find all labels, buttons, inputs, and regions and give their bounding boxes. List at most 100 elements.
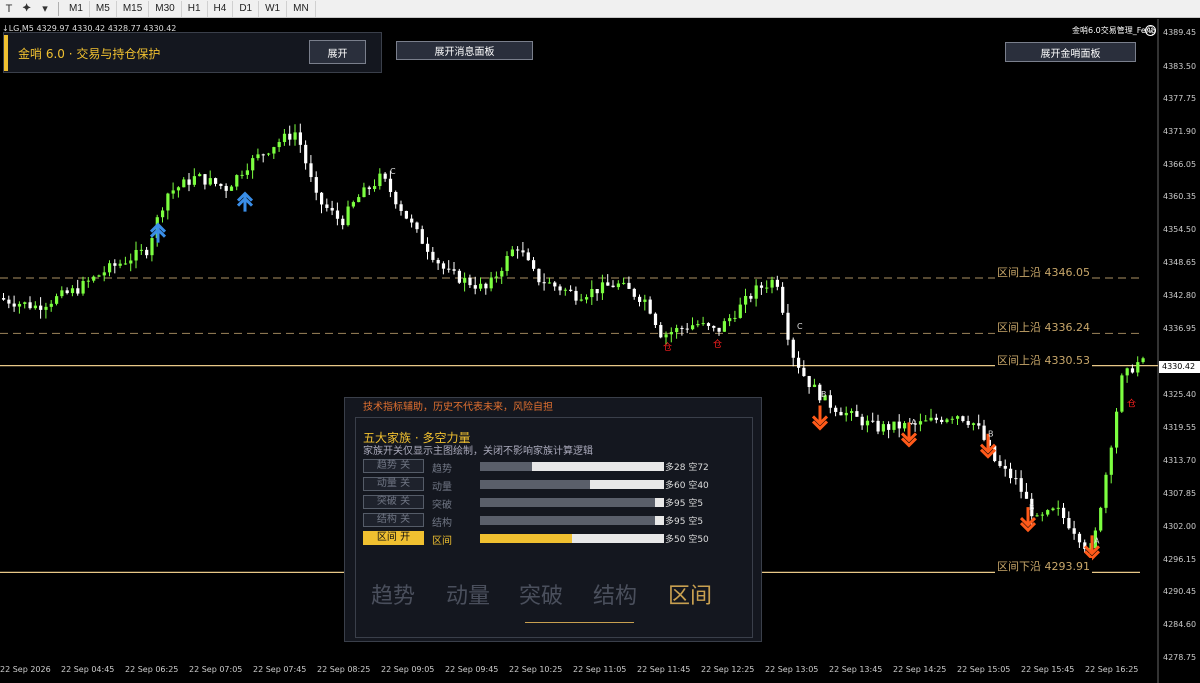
candle-body — [892, 421, 896, 430]
timeframe-m15[interactable]: M15 — [117, 0, 150, 17]
candle-body — [229, 186, 234, 191]
candle-body — [717, 327, 721, 332]
candle-body — [616, 283, 620, 288]
candle-body — [49, 303, 53, 307]
family-tab[interactable]: 突破 — [519, 578, 563, 610]
family-toggle-button[interactable]: 结构 关 — [363, 513, 424, 527]
family-tab[interactable]: 动量 — [446, 578, 490, 610]
candle-body — [648, 299, 652, 314]
buy-arrow-icon — [236, 191, 254, 212]
candle-body — [786, 312, 790, 340]
candle-body — [770, 279, 774, 288]
zone-label: 区间下沿 4293.91 — [995, 558, 1092, 575]
candle-body — [81, 280, 85, 294]
expand-button[interactable]: 展开 — [309, 40, 366, 64]
time-tick-label: 22 Sep 11:45 — [637, 665, 691, 674]
candle-body — [675, 327, 679, 333]
candle-body — [659, 325, 663, 338]
candle-body — [240, 174, 244, 176]
time-tick-label: 22 Sep 2026 — [0, 665, 51, 674]
bull-bear-bar — [480, 516, 664, 525]
candle-body — [129, 260, 133, 264]
time-tick-label: 22 Sep 15:45 — [1021, 665, 1075, 674]
timeframe-h1[interactable]: H1 — [182, 0, 208, 17]
candle-body — [161, 210, 165, 218]
candle-body — [1003, 465, 1007, 469]
family-name: 突破 — [432, 500, 452, 511]
candle-body — [881, 424, 885, 432]
candle-body — [542, 282, 546, 284]
timeframe-h4[interactable]: H4 — [208, 0, 234, 17]
candle-body — [65, 290, 69, 294]
family-tab[interactable]: 结构 — [593, 578, 637, 610]
candle-body — [1035, 515, 1039, 517]
candle-body — [108, 263, 112, 273]
timeframe-w1[interactable]: W1 — [259, 0, 288, 17]
candle-body — [722, 321, 726, 332]
candle-body — [887, 424, 891, 430]
candle-body — [235, 175, 239, 187]
warning-marker: 仓 — [1127, 398, 1136, 410]
panel-title: 金哨 6.0 · 交易与持仓保护 — [18, 47, 161, 61]
time-tick-label: 22 Sep 15:05 — [957, 665, 1011, 674]
candle-body — [293, 132, 297, 140]
candle-body — [966, 421, 970, 425]
price-tick-label: 4377.75 — [1163, 94, 1197, 104]
candle-body — [150, 238, 154, 256]
wave-label: C — [390, 167, 396, 176]
expand-message-panel-button[interactable]: 展开消息面板 — [396, 41, 533, 60]
candle-body — [166, 193, 170, 211]
candle-body — [457, 270, 461, 283]
expand-jinshao-panel-button[interactable]: 展开金哨面板 — [1005, 42, 1136, 62]
candle-body — [489, 277, 493, 289]
candle-body — [1019, 478, 1023, 492]
candle-body — [834, 407, 838, 412]
candle-body — [691, 325, 695, 330]
timeframe-m30[interactable]: M30 — [149, 0, 182, 17]
candle-body — [70, 288, 75, 294]
dropdown-chevron-icon[interactable]: ▾ — [36, 1, 54, 17]
candle-body — [256, 154, 260, 159]
candle-body — [55, 296, 59, 304]
timeframe-d1[interactable]: D1 — [233, 0, 260, 17]
time-tick-label: 22 Sep 13:45 — [829, 665, 883, 674]
candle-body — [855, 411, 859, 417]
ea-name: 金哨6.0交易管理_Feng — [1072, 26, 1156, 35]
timeframe-mn[interactable]: MN — [287, 0, 316, 17]
timeframe-m5[interactable]: M5 — [90, 0, 117, 17]
bull-bar-fill — [480, 516, 655, 525]
family-tab[interactable]: 区间 — [668, 578, 712, 610]
candle-body — [224, 185, 228, 191]
zone-label: 区间上沿 4336.24 — [995, 319, 1092, 336]
candle-body — [341, 218, 345, 226]
family-toggle-button[interactable]: 动量 关 — [363, 477, 424, 491]
timeframe-m1[interactable]: M1 — [63, 0, 90, 17]
candle-body — [563, 289, 567, 291]
price-tick-label: 4313.70 — [1163, 455, 1197, 465]
shapes-tool-icon[interactable]: ⯌ — [18, 1, 36, 17]
candle-body — [797, 357, 801, 368]
candle-body — [86, 280, 90, 282]
family-stats: 多95 空5 — [665, 517, 704, 527]
family-toggle-button[interactable]: 突破 关 — [363, 495, 424, 509]
family-toggle-button[interactable]: 趋势 关 — [363, 459, 424, 473]
sell-arrow-icon — [811, 405, 829, 431]
candle-body — [850, 411, 854, 413]
time-tick-label: 22 Sep 10:25 — [509, 665, 563, 674]
family-tab[interactable]: 趋势 — [371, 578, 415, 610]
price-tick-label: 4302.00 — [1163, 521, 1197, 531]
wave-label: B — [1029, 503, 1035, 512]
candle-body — [924, 420, 928, 422]
price-tick-label: 4307.85 — [1163, 488, 1197, 498]
family-name: 区间 — [432, 536, 452, 547]
candle-body — [134, 249, 138, 261]
text-tool-icon[interactable]: T — [0, 1, 18, 17]
candle-body — [373, 186, 377, 190]
candle-body — [298, 132, 302, 145]
candle-body — [97, 275, 101, 277]
candle-body — [473, 285, 477, 289]
candle-body — [998, 461, 1002, 466]
family-toggle-button[interactable]: 区间 开 — [363, 531, 424, 545]
family-name: 趋势 — [432, 464, 452, 475]
candle-body — [198, 174, 202, 177]
